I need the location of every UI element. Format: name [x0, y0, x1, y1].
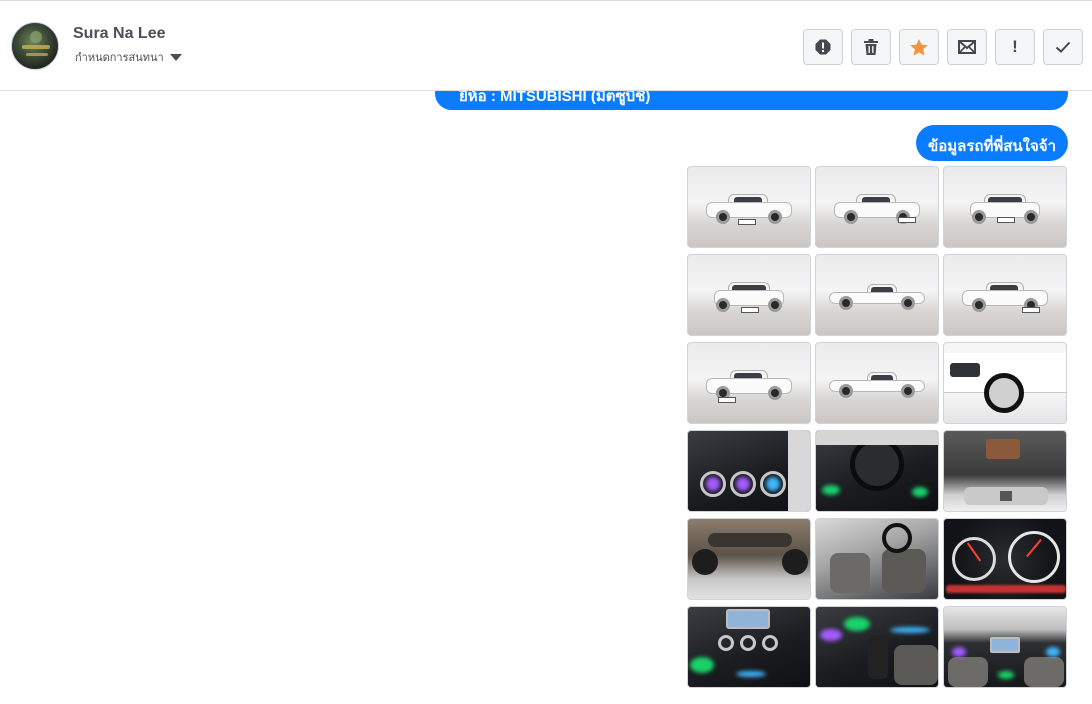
car-photo-steering-wheel[interactable]: [815, 430, 939, 512]
assign-conversation-label: กำหนดการสนทนา: [75, 52, 164, 64]
exclamation-icon: !: [1012, 37, 1018, 56]
car-photo-engine-bay[interactable]: [943, 430, 1067, 512]
car-photo-rear[interactable]: [687, 254, 811, 336]
contact-name[interactable]: Sura Na Lee: [73, 25, 165, 43]
contact-avatar[interactable]: [11, 22, 59, 70]
car-photo-underbody[interactable]: [687, 518, 811, 600]
car-photo-wheel-closeup[interactable]: [943, 342, 1067, 424]
car-photo-seats[interactable]: [815, 518, 939, 600]
delete-button[interactable]: [851, 29, 891, 65]
car-photo-door-speakers[interactable]: [687, 430, 811, 512]
done-button[interactable]: [1043, 29, 1083, 65]
star-icon: [910, 38, 928, 56]
caret-down-icon: [169, 54, 182, 61]
message-bubble-interest[interactable]: ข้อมูลรถที่พี่สนใจจ้า: [916, 125, 1068, 161]
mark-unread-button[interactable]: [947, 29, 987, 65]
conversation-toolbar: !: [803, 29, 1083, 65]
car-photo-front-3q-2[interactable]: [815, 166, 939, 248]
envelope-icon: [958, 40, 976, 54]
car-photo-rear-3q-2[interactable]: [687, 342, 811, 424]
check-icon: [1055, 41, 1071, 53]
follow-up-button[interactable]: !: [995, 29, 1035, 65]
car-photo-gear-lever[interactable]: [815, 606, 939, 688]
car-photo-center-console[interactable]: [687, 606, 811, 688]
car-photo-rear-3q[interactable]: [943, 254, 1067, 336]
car-photo-cabin-overview[interactable]: [943, 606, 1067, 688]
message-bubble-brand[interactable]: ยี่ห้อ : MITSUBISHI (มิตซูบิชิ): [435, 91, 1068, 110]
alert-circle-icon: [815, 39, 831, 55]
star-button[interactable]: [899, 29, 939, 65]
trash-icon: [864, 39, 878, 55]
assign-conversation-dropdown[interactable]: กำหนดการสนทนา: [75, 48, 182, 66]
car-photo-side-2[interactable]: [815, 342, 939, 424]
car-photo-gauge-cluster[interactable]: [943, 518, 1067, 600]
mark-spam-button[interactable]: [803, 29, 843, 65]
car-photo-front-3q[interactable]: [687, 166, 811, 248]
conversation-header: Sura Na Lee กำหนดการสนทนา !: [0, 0, 1092, 91]
photo-grid: [687, 166, 1067, 688]
car-photo-side[interactable]: [815, 254, 939, 336]
car-photo-front[interactable]: [943, 166, 1067, 248]
message-thread[interactable]: ยี่ห้อ : MITSUBISHI (มิตซูบิชิ) ข้อมูลรถ…: [0, 91, 1092, 704]
